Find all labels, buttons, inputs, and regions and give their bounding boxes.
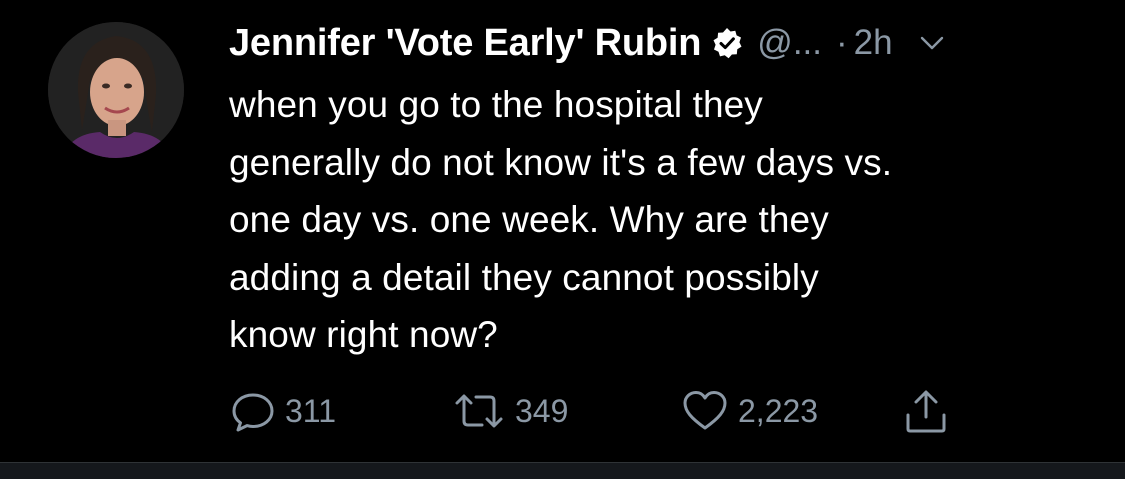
tweet-text-line: adding a detail they cannot possibly bbox=[229, 256, 819, 298]
bottom-divider bbox=[0, 462, 1125, 479]
avatar-image bbox=[48, 22, 184, 158]
tweet-actions: 311 349 2,223 bbox=[229, 385, 989, 437]
share-button[interactable] bbox=[903, 385, 949, 437]
handle[interactable]: @... bbox=[757, 23, 822, 63]
like-count: 2,223 bbox=[738, 392, 819, 429]
tweet-header: Jennifer 'Vote Early' Rubin @... · 2h bbox=[229, 18, 945, 68]
timestamp[interactable]: 2h bbox=[854, 23, 893, 63]
separator-dot: · bbox=[836, 23, 848, 62]
share-icon bbox=[903, 387, 949, 435]
tweet-text-line: know right now? bbox=[229, 314, 498, 355]
reply-count: 311 bbox=[285, 392, 337, 429]
retweet-icon bbox=[451, 387, 507, 435]
like-button[interactable]: 2,223 bbox=[680, 385, 818, 437]
retweet-button[interactable]: 349 bbox=[451, 385, 568, 437]
chevron-down-icon[interactable] bbox=[919, 30, 945, 56]
tweet-text: when you go to the hospital they general… bbox=[229, 76, 1089, 364]
reply-button[interactable]: 311 bbox=[229, 385, 336, 437]
tweet-text-line: generally do not know it's a few days vs… bbox=[229, 141, 893, 183]
tweet-text-line: one day vs. one week. Why are they bbox=[229, 199, 829, 240]
verified-badge-icon bbox=[711, 27, 743, 59]
reply-icon bbox=[229, 387, 277, 435]
avatar[interactable] bbox=[48, 22, 184, 158]
heart-icon bbox=[680, 387, 730, 435]
tweet-text-line: when you go to the hospital they bbox=[229, 84, 763, 125]
display-name[interactable]: Jennifer 'Vote Early' Rubin bbox=[229, 22, 701, 65]
retweet-count: 349 bbox=[515, 392, 569, 429]
tweet-card[interactable]: Jennifer 'Vote Early' Rubin @... · 2h wh… bbox=[0, 0, 1125, 462]
